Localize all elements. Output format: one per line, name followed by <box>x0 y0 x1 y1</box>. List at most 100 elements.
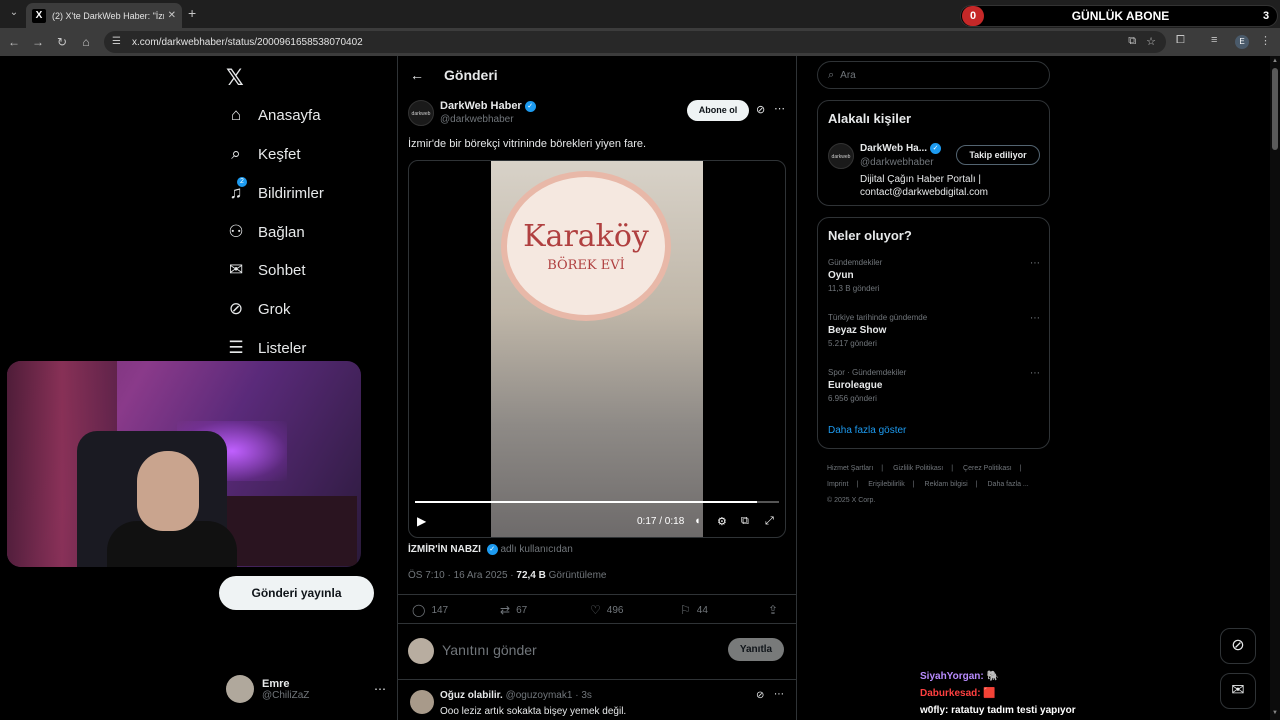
footer-link[interactable]: Gizlilik Politikası <box>893 465 943 472</box>
retweet-action[interactable]: ⇄ 67 <box>500 603 527 617</box>
mail-icon: ✉ <box>228 260 244 279</box>
bookmark-action[interactable]: ⚐ 44 <box>680 603 708 617</box>
related-avatar[interactable]: darkweb <box>828 143 854 169</box>
verified-badge-icon: ✓ <box>486 544 498 555</box>
nav-chat[interactable]: ✉ Sohbet <box>226 255 306 285</box>
post-button[interactable]: Gönderi yayınla <box>219 576 374 610</box>
footer-link[interactable]: Hizmet Şartları <box>827 465 873 472</box>
more-icon[interactable]: ⋯ <box>1030 368 1040 379</box>
author-avatar[interactable]: darkweb <box>408 100 434 126</box>
reply-button[interactable]: Yanıtla <box>728 638 784 661</box>
nav-home[interactable]: ⌂ Anasayfa <box>226 100 321 130</box>
tab-search-dropdown[interactable]: ⌄ <box>6 5 22 21</box>
view-label: Görüntüleme <box>548 570 607 581</box>
video-progress-bar[interactable] <box>415 501 779 503</box>
page-scrollbar[interactable]: ▲ ▼ <box>1270 56 1280 720</box>
nav-connect[interactable]: ⚇ Bağlan <box>226 217 304 247</box>
more-icon[interactable]: ⋯ <box>374 682 386 696</box>
tab-title: (2) X'te DarkWeb Haber: "İzmir' <box>52 10 164 21</box>
reply-author[interactable]: Oğuz olabilir. @oguzoymak1 · 3s <box>440 690 592 701</box>
copyright: © 2025 X Corp. <box>827 497 876 504</box>
more-icon[interactable]: ⋯ <box>1030 313 1040 324</box>
home-icon: ⌂ <box>230 105 242 124</box>
footer-link[interactable]: Imprint <box>827 481 848 488</box>
x-logo-icon[interactable]: 𝕏 <box>226 65 244 91</box>
show-more-link[interactable]: Daha fazla göster <box>828 425 906 436</box>
video-player[interactable]: Karaköy BÖREK EVİ ▶ 0:17 / 0:18 ◖ ⚙ ⧉ ⤢ <box>408 160 786 538</box>
address-bar[interactable]: ☰ x.com/darkwebhaber/status/200096165853… <box>104 31 1166 53</box>
account-switcher[interactable]: Emre @ChiliZaZ ⋯ <box>226 673 386 705</box>
grok-icon[interactable]: ⊘ <box>756 103 765 116</box>
share-action[interactable]: ⇪ <box>768 603 784 617</box>
nav-grok[interactable]: ⊘ Grok <box>226 294 291 324</box>
messages-fab-icon[interactable]: ✉ <box>1220 673 1256 709</box>
related-name[interactable]: DarkWeb Ha... ✓ <box>860 143 942 154</box>
scroll-up-icon[interactable]: ▲ <box>1271 58 1279 66</box>
extensions-icon[interactable]: ⧠ <box>1176 34 1185 47</box>
back-arrow-icon[interactable]: ← <box>410 67 424 83</box>
following-button[interactable]: Takip ediliyor <box>956 145 1040 165</box>
nav-notifications-label: Bildirimler <box>258 184 324 202</box>
reply-icon: ◯ <box>412 603 426 617</box>
author-name[interactable]: DarkWeb Haber ✓ <box>440 100 536 112</box>
reply-action[interactable]: ◯ 147 <box>412 603 448 617</box>
forward-arrow-icon[interactable]: → <box>30 34 46 50</box>
heart-icon: ♡ <box>590 603 601 617</box>
trend-context: Türkiye tarihinde gündemde <box>828 313 928 322</box>
new-tab-button[interactable]: + <box>188 5 196 21</box>
more-icon[interactable]: ⋯ <box>774 102 785 115</box>
footer-link[interactable]: Çerez Politikası <box>963 465 1012 472</box>
footer-link[interactable]: Reklam bilgisi <box>925 481 968 488</box>
trend-item[interactable]: Gündemdekiler Oyun 11,3 B gönderi ⋯ <box>828 258 1040 302</box>
play-icon[interactable]: ▶ <box>417 514 426 528</box>
browser-menu-icon[interactable]: ⋮ <box>1260 34 1271 47</box>
like-action[interactable]: ♡ 496 <box>590 603 623 617</box>
share-icon: ⇪ <box>768 603 779 617</box>
media-controls-icon[interactable]: ≡ <box>1211 34 1217 46</box>
trend-item[interactable]: Spor · Gündemdekiler Euroleague 6.956 gö… <box>828 368 1040 412</box>
profile-avatar[interactable]: E <box>1235 35 1249 49</box>
footer-link[interactable]: Daha fazla ... <box>988 481 1029 488</box>
footer-link[interactable]: Erişilebilirlik <box>868 481 905 488</box>
volume-icon[interactable]: ◖ <box>694 515 701 527</box>
trend-count: 6.956 gönderi <box>828 394 877 403</box>
avatar[interactable] <box>410 690 434 714</box>
video-controls: ▶ 0:17 / 0:18 ◖ ⚙ ⧉ ⤢ <box>409 511 785 533</box>
trend-item[interactable]: Türkiye tarihinde gündemde Beyaz Show 5.… <box>828 313 1040 357</box>
reload-icon[interactable]: ↻ <box>54 34 70 50</box>
install-app-icon[interactable]: ⧉ <box>1128 35 1136 48</box>
back-arrow-icon[interactable]: ← <box>6 34 22 50</box>
fullscreen-icon[interactable]: ⤢ <box>765 515 774 528</box>
subscriber-right-count: 3 <box>1262 10 1270 22</box>
nav-lists[interactable]: ☰ Listeler <box>226 333 306 363</box>
search-input[interactable]: ⌕ Ara <box>817 61 1050 89</box>
more-icon[interactable]: ⋯ <box>1030 258 1040 269</box>
browser-tab[interactable]: X (2) X'te DarkWeb Haber: "İzmir' ✕ <box>26 3 182 28</box>
picture-in-picture-icon[interactable]: ⧉ <box>741 515 749 528</box>
source-name[interactable]: İZMİR'İN NABZI <box>408 544 481 555</box>
tweet-timestamp[interactable]: ÖS 7:10 · 16 Ara 2025 · <box>408 570 514 581</box>
grok-icon: ⊘ <box>228 299 244 318</box>
nav-explore[interactable]: ⌕ Keşfet <box>226 139 300 169</box>
footer-separator: | <box>975 481 978 488</box>
reply-item[interactable]: Oğuz olabilir. @oguzoymak1 · 3s Ooo lezi… <box>398 682 796 720</box>
trend-context: Gündemdekiler <box>828 258 883 267</box>
grok-fab-icon[interactable]: ⊘ <box>1220 628 1256 664</box>
site-info-icon[interactable]: ☰ <box>112 36 124 48</box>
nav-notifications[interactable]: ♫ 2 Bildirimler <box>226 177 324 208</box>
settings-gear-icon[interactable]: ⚙ <box>717 515 727 528</box>
bookmark-star-icon[interactable]: ☆ <box>1146 35 1156 48</box>
footer-separator: | <box>1019 465 1022 472</box>
subscriber-label: GÜNLÜK ABONE <box>1071 9 1170 23</box>
x-favicon-icon: X <box>32 8 46 23</box>
scroll-down-icon[interactable]: ▼ <box>1271 710 1279 718</box>
webcam-person-head <box>137 451 199 531</box>
home-button-icon[interactable]: ⌂ <box>78 34 94 50</box>
more-icon[interactable]: ⋯ <box>774 689 784 700</box>
grok-icon[interactable]: ⊘ <box>756 690 764 701</box>
reply-input[interactable]: Yanıtını gönder <box>442 642 537 658</box>
tab-close-icon[interactable]: ✕ <box>168 10 176 21</box>
scrollbar-thumb[interactable] <box>1272 68 1278 150</box>
subscribe-button[interactable]: Abone ol <box>687 100 749 121</box>
author-handle[interactable]: @darkwebhaber <box>440 114 514 125</box>
